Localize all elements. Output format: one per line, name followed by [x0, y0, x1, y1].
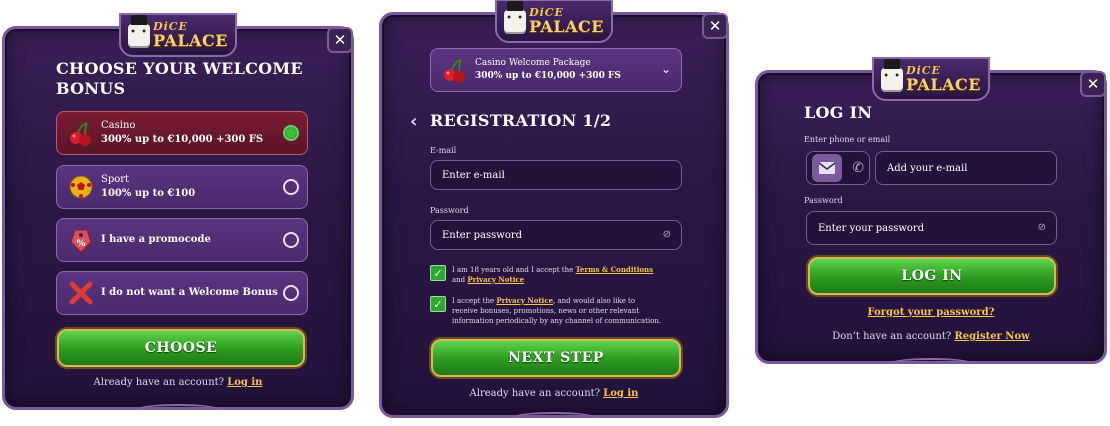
red-cross-icon: [67, 279, 95, 307]
email-label: E-mail: [430, 146, 457, 155]
dice-palace-logo: DiCE PALACE: [119, 13, 237, 57]
eye-hidden-icon[interactable]: ⊘: [1038, 222, 1046, 233]
email-field[interactable]: Enter e-mail: [430, 160, 682, 190]
next-step-button[interactable]: NEXT STEP: [431, 339, 681, 377]
option-label: I have a promocode: [101, 234, 211, 245]
forgot-password-link[interactable]: Forgot your password?: [868, 307, 995, 318]
package-offer: 300% up to €10,000 +300 FS: [475, 71, 621, 81]
radio-selected[interactable]: [283, 125, 299, 141]
password-placeholder: Enter your password: [818, 222, 925, 234]
register-prompt: Don’t have an account? Register Now: [832, 331, 1030, 342]
svg-text:%: %: [76, 239, 85, 249]
cherries-icon: [67, 119, 95, 147]
forgot-password-row: Forgot your password?: [758, 307, 1104, 318]
back-arrow-icon[interactable]: ‹: [410, 111, 417, 132]
marketing-checkbox[interactable]: ✓: [430, 296, 446, 312]
bottom-ornament: [891, 358, 971, 368]
option-offer: 300% up to €10,000 +300 FS: [101, 134, 264, 145]
page-title: REGISTRATION 1/2: [430, 111, 612, 130]
terms-checkbox[interactable]: ✓: [430, 265, 446, 281]
logo-text-bottom: PALACE: [906, 74, 981, 94]
password-field[interactable]: Enter password ⊘: [430, 220, 682, 250]
welcome-package-select[interactable]: Casino Welcome Package 300% up to €10,00…: [430, 48, 682, 92]
dice-palace-logo: DiCE PALACE: [495, 0, 613, 43]
password-label: Password: [804, 196, 843, 205]
envelope-icon[interactable]: [812, 154, 843, 182]
eye-hidden-icon[interactable]: ⊘: [663, 229, 671, 240]
bonus-option-no-bonus[interactable]: I do not want a Welcome Bonus: [56, 271, 308, 315]
soccer-ball-icon: [67, 173, 95, 201]
radio-unselected[interactable]: [283, 179, 299, 195]
login-prompt: Already have an account? Log in: [469, 388, 639, 399]
registration-modal: DiCE PALACE ✕ Casino Welcome Package 300…: [379, 0, 729, 418]
login-button[interactable]: LOG IN: [808, 257, 1056, 295]
bonus-option-promocode[interactable]: % I have a promocode: [56, 218, 308, 262]
dice-icon: [128, 15, 151, 46]
privacy-notice-link[interactable]: Privacy Notice: [496, 296, 553, 305]
dice-icon: [504, 1, 527, 32]
bottom-ornament: [138, 404, 218, 414]
promo-tag-icon: %: [67, 226, 95, 254]
logo-text-bottom: PALACE: [529, 16, 604, 36]
close-button[interactable]: ✕: [1080, 71, 1106, 97]
login-prompt: Already have an account? Log in: [93, 377, 263, 388]
option-label: Sport: [101, 174, 130, 185]
marketing-consent-row: ✓ I accept the Privacy Notice, and would…: [430, 296, 662, 326]
login-modal: DiCE PALACE ✕ LOG IN Enter phone or emai…: [755, 57, 1107, 364]
login-link[interactable]: Log in: [227, 377, 262, 388]
page-title: CHOOSE YOUR WELCOME BONUS: [56, 59, 303, 98]
password-placeholder: Enter password: [442, 229, 523, 241]
option-label: I do not want a Welcome Bonus: [101, 287, 278, 298]
register-link[interactable]: Register Now: [954, 331, 1029, 342]
package-name: Casino Welcome Package: [475, 58, 591, 68]
dice-icon: [881, 59, 904, 90]
login-link[interactable]: Log in: [603, 388, 638, 399]
terms-consent-row: ✓ I am 18 years old and I accept the Ter…: [430, 265, 662, 285]
password-label: Password: [430, 206, 469, 215]
radio-unselected[interactable]: [283, 232, 299, 248]
logo-text-bottom: PALACE: [153, 30, 228, 50]
chevron-down-icon: ⌄: [660, 62, 671, 76]
choose-button[interactable]: CHOOSE: [57, 329, 305, 367]
welcome-bonus-modal: DiCE PALACE ✕ CHOOSE YOUR WELCOME BONUS …: [2, 13, 354, 410]
option-label: Casino: [101, 120, 136, 131]
password-field[interactable]: Enter your password ⊘: [806, 211, 1057, 245]
privacy-notice-link[interactable]: Privacy Notice: [467, 275, 524, 284]
bottom-ornament: [514, 412, 594, 422]
close-button[interactable]: ✕: [327, 27, 353, 53]
contact-label: Enter phone or email: [804, 135, 891, 144]
phone-icon[interactable]: ✆: [852, 160, 864, 176]
bonus-option-sport[interactable]: Sport 100% up to €100: [56, 165, 308, 209]
page-title: LOG IN: [804, 103, 873, 122]
terms-link[interactable]: Terms & Conditions: [576, 265, 654, 274]
dice-palace-logo: DiCE PALACE: [872, 57, 990, 101]
close-button[interactable]: ✕: [702, 13, 728, 39]
email-field[interactable]: Add your e-mail: [875, 151, 1057, 185]
radio-unselected[interactable]: [283, 285, 299, 301]
option-offer: 100% up to €100: [101, 188, 196, 199]
contact-method-toggle[interactable]: ✆: [806, 151, 870, 185]
cherries-icon: [441, 56, 469, 84]
bonus-option-casino[interactable]: Casino 300% up to €10,000 +300 FS: [56, 111, 308, 155]
